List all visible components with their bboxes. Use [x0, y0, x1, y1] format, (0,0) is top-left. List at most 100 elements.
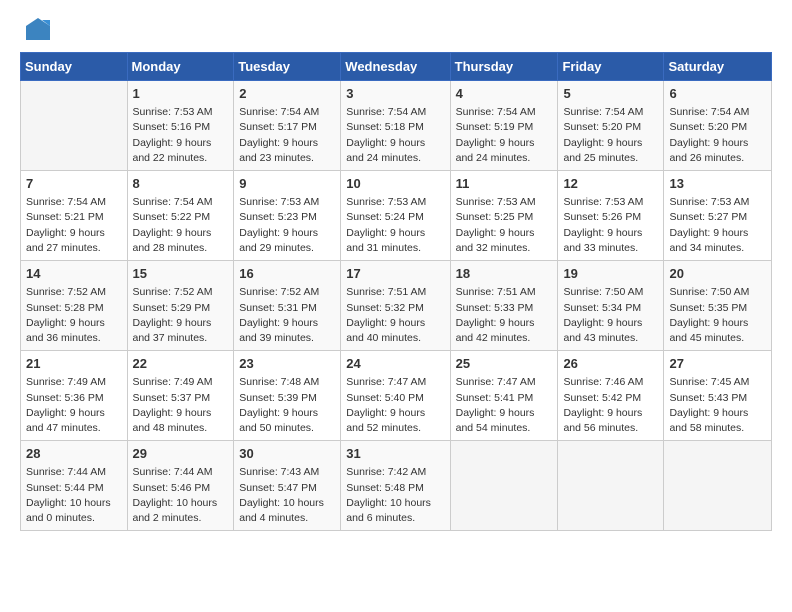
calendar-cell	[450, 441, 558, 531]
day-info: Sunrise: 7:43 AM Sunset: 5:47 PM Dayligh…	[239, 465, 335, 526]
calendar-week-row: 7 Sunrise: 7:54 AM Sunset: 5:21 PM Daylig…	[21, 171, 772, 261]
day-info: Sunrise: 7:49 AM Sunset: 5:36 PM Dayligh…	[26, 375, 122, 436]
day-number: 27	[669, 355, 766, 373]
calendar-cell: 8 Sunrise: 7:54 AM Sunset: 5:22 PM Daylig…	[127, 171, 234, 261]
calendar-cell: 10 Sunrise: 7:53 AM Sunset: 5:24 PM Dayli…	[341, 171, 450, 261]
calendar-cell: 7 Sunrise: 7:54 AM Sunset: 5:21 PM Daylig…	[21, 171, 128, 261]
day-number: 22	[133, 355, 229, 373]
calendar-cell: 25 Sunrise: 7:47 AM Sunset: 5:41 PM Dayli…	[450, 351, 558, 441]
calendar-cell: 13Sunrise: 7:53 AM Sunset: 5:27 PM Dayli…	[664, 171, 772, 261]
calendar-cell: 4 Sunrise: 7:54 AM Sunset: 5:19 PM Daylig…	[450, 81, 558, 171]
day-number: 21	[26, 355, 122, 373]
day-number: 18	[456, 265, 553, 283]
day-number: 11	[456, 175, 553, 193]
day-info: Sunrise: 7:51 AM Sunset: 5:32 PM Dayligh…	[346, 285, 444, 346]
day-info: Sunrise: 7:48 AM Sunset: 5:39 PM Dayligh…	[239, 375, 335, 436]
calendar-cell: 18Sunrise: 7:51 AM Sunset: 5:33 PM Dayli…	[450, 261, 558, 351]
day-number: 3	[346, 85, 444, 103]
day-number: 2	[239, 85, 335, 103]
day-info: Sunrise: 7:54 AM Sunset: 5:18 PM Dayligh…	[346, 105, 444, 166]
day-number: 17	[346, 265, 444, 283]
day-info: Sunrise: 7:54 AM Sunset: 5:21 PM Dayligh…	[26, 195, 122, 256]
calendar-cell: 5 Sunrise: 7:54 AM Sunset: 5:20 PM Daylig…	[558, 81, 664, 171]
day-info: Sunrise: 7:47 AM Sunset: 5:40 PM Dayligh…	[346, 375, 444, 436]
day-number: 9	[239, 175, 335, 193]
day-number: 25	[456, 355, 553, 373]
day-info: Sunrise: 7:52 AM Sunset: 5:29 PM Dayligh…	[133, 285, 229, 346]
header-day: Monday	[127, 53, 234, 81]
calendar-cell: 23Sunrise: 7:48 AM Sunset: 5:39 PM Dayli…	[234, 351, 341, 441]
header-day: Saturday	[664, 53, 772, 81]
day-number: 15	[133, 265, 229, 283]
header-day: Tuesday	[234, 53, 341, 81]
day-number: 8	[133, 175, 229, 193]
header-row: SundayMondayTuesdayWednesdayThursdayFrid…	[21, 53, 772, 81]
calendar-week-row: 1 Sunrise: 7:53 AM Sunset: 5:16 PM Daylig…	[21, 81, 772, 171]
calendar-cell: 28 Sunrise: 7:44 AM Sunset: 5:44 PM Dayli…	[21, 441, 128, 531]
calendar-cell: 30 Sunrise: 7:43 AM Sunset: 5:47 PM Dayli…	[234, 441, 341, 531]
page-container: SundayMondayTuesdayWednesdayThursdayFrid…	[0, 0, 792, 541]
page-header	[20, 16, 772, 44]
day-info: Sunrise: 7:54 AM Sunset: 5:20 PM Dayligh…	[669, 105, 766, 166]
day-info: Sunrise: 7:50 AM Sunset: 5:35 PM Dayligh…	[669, 285, 766, 346]
day-info: Sunrise: 7:53 AM Sunset: 5:25 PM Dayligh…	[456, 195, 553, 256]
calendar-cell: 16 Sunrise: 7:52 AM Sunset: 5:31 PM Dayli…	[234, 261, 341, 351]
calendar-cell: 26Sunrise: 7:46 AM Sunset: 5:42 PM Dayli…	[558, 351, 664, 441]
day-info: Sunrise: 7:53 AM Sunset: 5:23 PM Dayligh…	[239, 195, 335, 256]
logo-icon	[24, 16, 52, 44]
calendar-cell: 9 Sunrise: 7:53 AM Sunset: 5:23 PM Daylig…	[234, 171, 341, 261]
day-info: Sunrise: 7:44 AM Sunset: 5:46 PM Dayligh…	[133, 465, 229, 526]
day-number: 1	[133, 85, 229, 103]
day-info: Sunrise: 7:53 AM Sunset: 5:26 PM Dayligh…	[563, 195, 658, 256]
day-info: Sunrise: 7:47 AM Sunset: 5:41 PM Dayligh…	[456, 375, 553, 436]
day-number: 7	[26, 175, 122, 193]
day-info: Sunrise: 7:42 AM Sunset: 5:48 PM Dayligh…	[346, 465, 444, 526]
calendar-cell: 14 Sunrise: 7:52 AM Sunset: 5:28 PM Dayli…	[21, 261, 128, 351]
calendar-cell: 2 Sunrise: 7:54 AM Sunset: 5:17 PM Daylig…	[234, 81, 341, 171]
day-info: Sunrise: 7:52 AM Sunset: 5:31 PM Dayligh…	[239, 285, 335, 346]
day-number: 28	[26, 445, 122, 463]
day-number: 4	[456, 85, 553, 103]
day-info: Sunrise: 7:45 AM Sunset: 5:43 PM Dayligh…	[669, 375, 766, 436]
calendar-cell: 1 Sunrise: 7:53 AM Sunset: 5:16 PM Daylig…	[127, 81, 234, 171]
day-number: 14	[26, 265, 122, 283]
day-number: 30	[239, 445, 335, 463]
calendar-cell: 11 Sunrise: 7:53 AM Sunset: 5:25 PM Dayli…	[450, 171, 558, 261]
day-info: Sunrise: 7:54 AM Sunset: 5:19 PM Dayligh…	[456, 105, 553, 166]
day-info: Sunrise: 7:54 AM Sunset: 5:22 PM Dayligh…	[133, 195, 229, 256]
calendar-week-row: 21 Sunrise: 7:49 AM Sunset: 5:36 PM Dayli…	[21, 351, 772, 441]
calendar-cell	[558, 441, 664, 531]
calendar-cell: 24Sunrise: 7:47 AM Sunset: 5:40 PM Dayli…	[341, 351, 450, 441]
calendar-week-row: 14 Sunrise: 7:52 AM Sunset: 5:28 PM Dayli…	[21, 261, 772, 351]
day-number: 20	[669, 265, 766, 283]
calendar-cell: 15 Sunrise: 7:52 AM Sunset: 5:29 PM Dayli…	[127, 261, 234, 351]
day-number: 31	[346, 445, 444, 463]
day-info: Sunrise: 7:44 AM Sunset: 5:44 PM Dayligh…	[26, 465, 122, 526]
calendar-cell: 17 Sunrise: 7:51 AM Sunset: 5:32 PM Dayli…	[341, 261, 450, 351]
day-info: Sunrise: 7:54 AM Sunset: 5:17 PM Dayligh…	[239, 105, 335, 166]
day-number: 10	[346, 175, 444, 193]
calendar-cell	[21, 81, 128, 171]
calendar-cell	[664, 441, 772, 531]
day-number: 5	[563, 85, 658, 103]
day-info: Sunrise: 7:54 AM Sunset: 5:20 PM Dayligh…	[563, 105, 658, 166]
day-info: Sunrise: 7:49 AM Sunset: 5:37 PM Dayligh…	[133, 375, 229, 436]
calendar-cell: 27 Sunrise: 7:45 AM Sunset: 5:43 PM Dayli…	[664, 351, 772, 441]
day-info: Sunrise: 7:53 AM Sunset: 5:24 PM Dayligh…	[346, 195, 444, 256]
calendar-cell: 6Sunrise: 7:54 AM Sunset: 5:20 PM Daylig…	[664, 81, 772, 171]
calendar-cell: 29 Sunrise: 7:44 AM Sunset: 5:46 PM Dayli…	[127, 441, 234, 531]
calendar-body: 1 Sunrise: 7:53 AM Sunset: 5:16 PM Daylig…	[21, 81, 772, 531]
day-number: 12	[563, 175, 658, 193]
header-day: Thursday	[450, 53, 558, 81]
day-info: Sunrise: 7:53 AM Sunset: 5:16 PM Dayligh…	[133, 105, 229, 166]
calendar-cell: 12 Sunrise: 7:53 AM Sunset: 5:26 PM Dayli…	[558, 171, 664, 261]
calendar-cell: 19Sunrise: 7:50 AM Sunset: 5:34 PM Dayli…	[558, 261, 664, 351]
header-day: Friday	[558, 53, 664, 81]
day-number: 16	[239, 265, 335, 283]
calendar-header: SundayMondayTuesdayWednesdayThursdayFrid…	[21, 53, 772, 81]
calendar-cell: 3 Sunrise: 7:54 AM Sunset: 5:18 PM Daylig…	[341, 81, 450, 171]
logo	[20, 16, 52, 44]
day-number: 26	[563, 355, 658, 373]
day-info: Sunrise: 7:52 AM Sunset: 5:28 PM Dayligh…	[26, 285, 122, 346]
day-number: 29	[133, 445, 229, 463]
